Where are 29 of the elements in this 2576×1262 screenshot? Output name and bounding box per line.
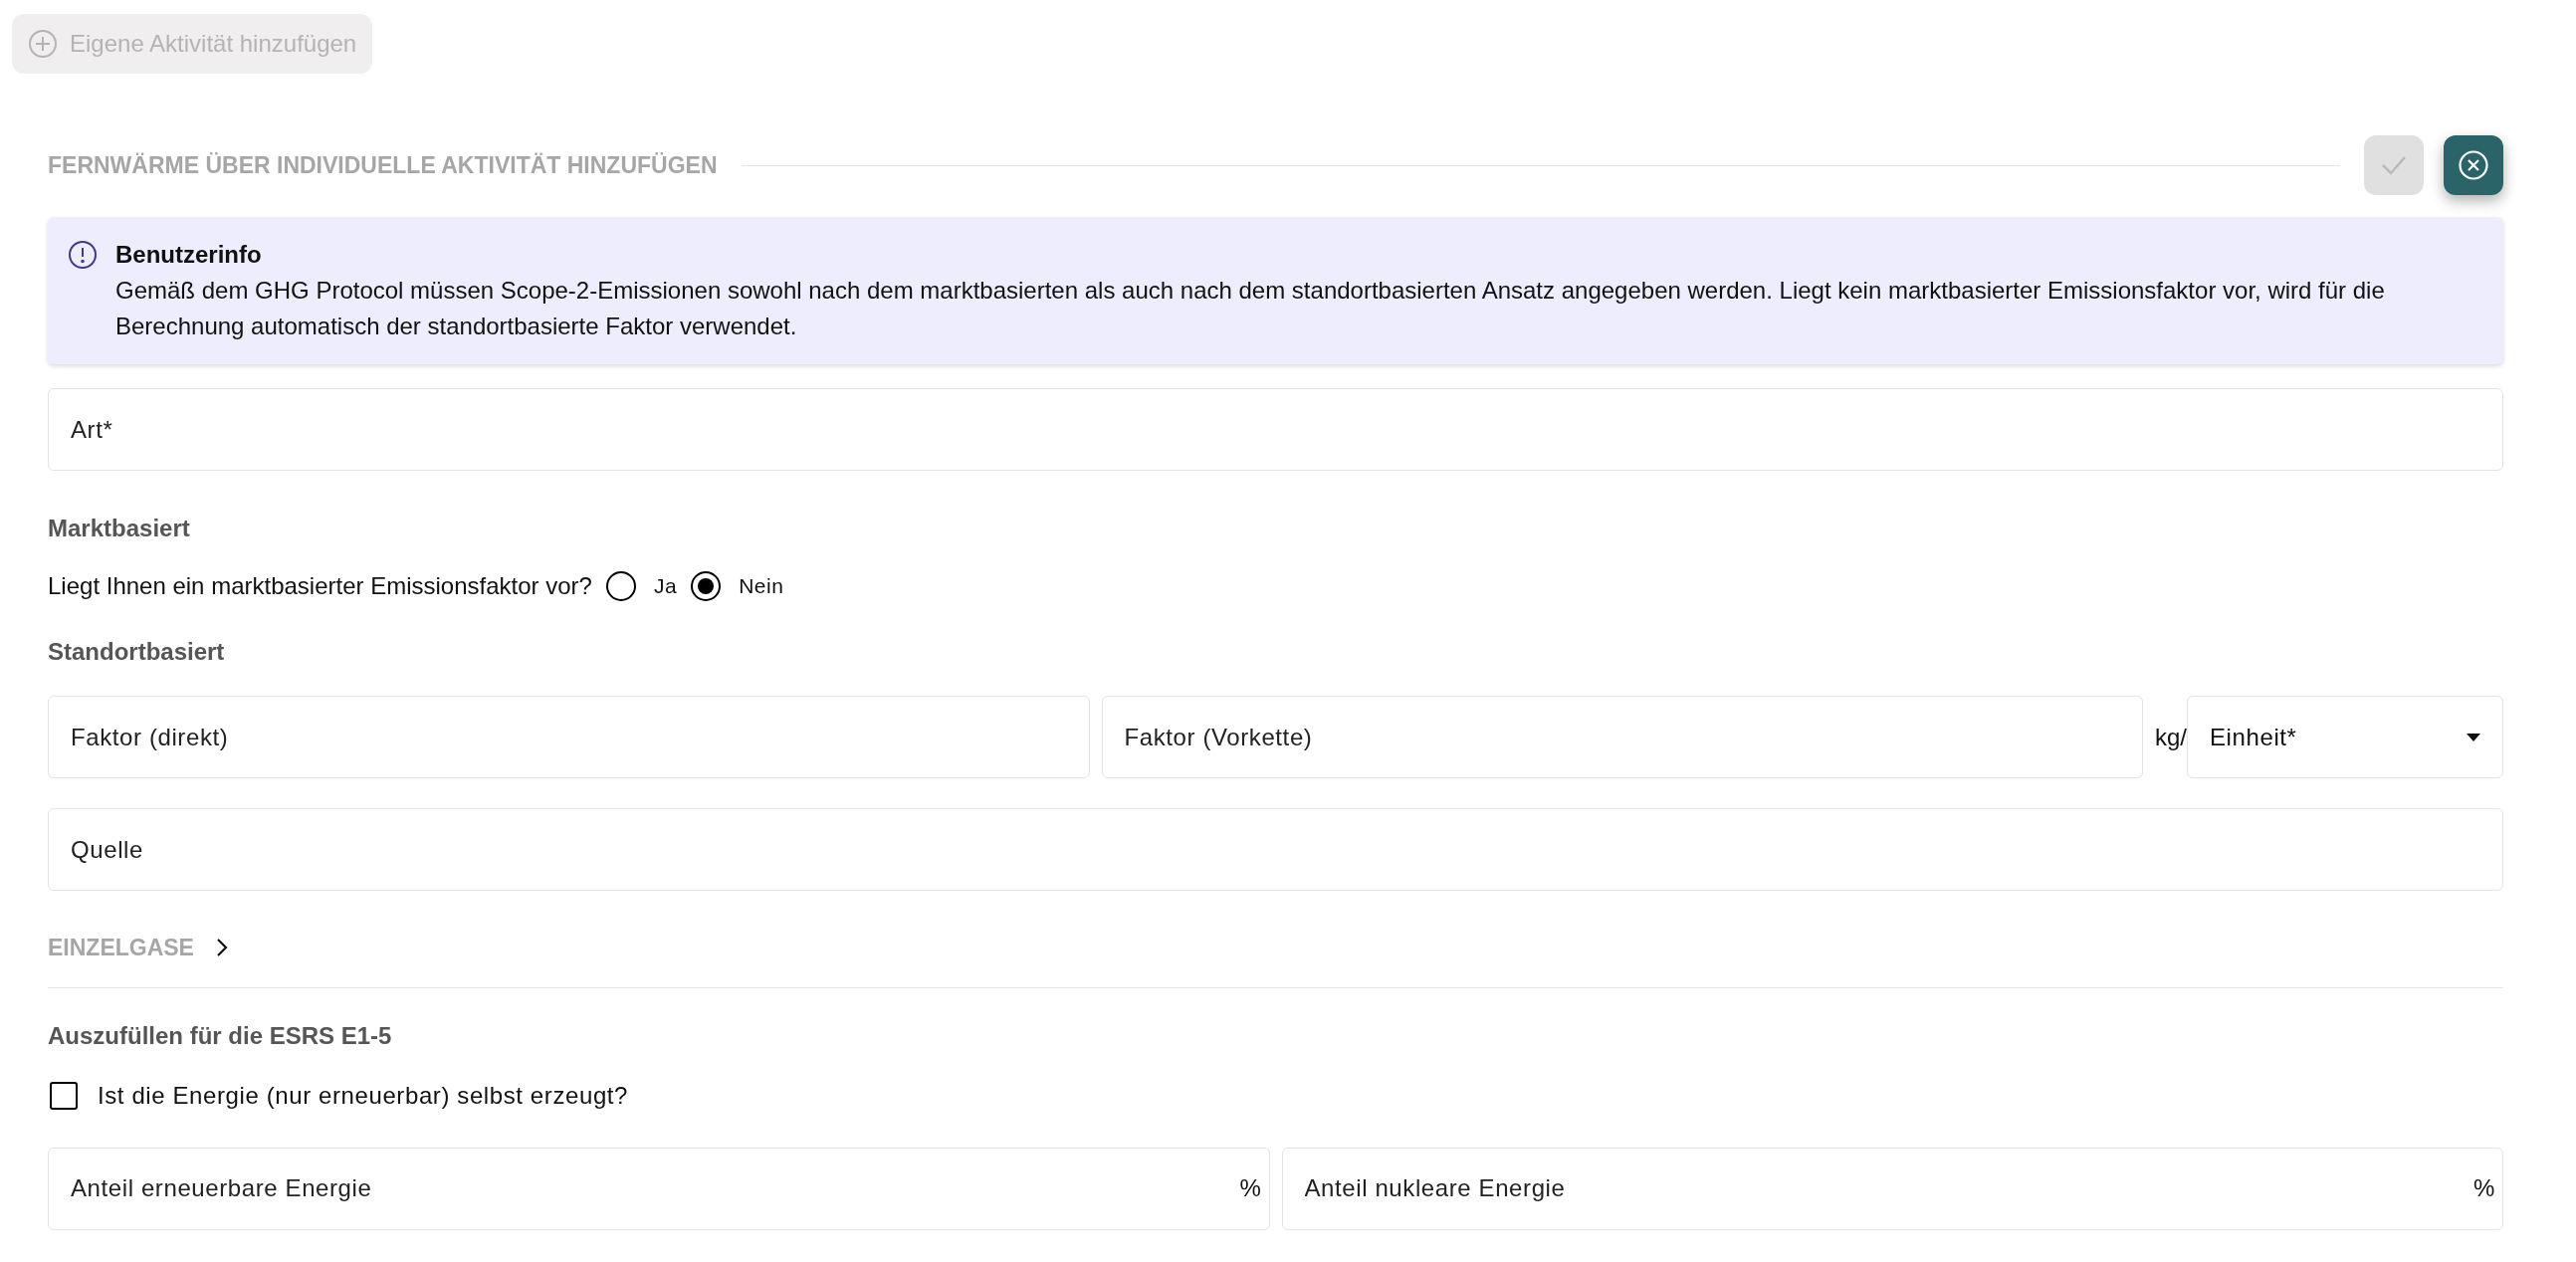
factor-chain-field[interactable]: Faktor (Vorkette)	[1101, 696, 2143, 778]
section-heading: Marktbasiert	[48, 514, 191, 543]
checkbox[interactable]	[50, 1081, 78, 1110]
chevron-icon	[215, 938, 228, 958]
checkmark-icon	[2381, 155, 2407, 175]
section-title: FERNWÄRME ÜBER INDIVIDUELLE AKTIVITÄT HINZUFÜGEN	[48, 150, 718, 180]
radio-button[interactable]	[605, 571, 636, 601]
section-heading: Standortbasiert	[48, 637, 226, 667]
checkbox-label: Ist die Energie (nur erneuerbar) selbst erzeugt?	[98, 1080, 629, 1111]
question-text: Liegt Ihnen ein marktbasierter Emissionsfaktor vor?	[48, 571, 592, 601]
info-icon	[68, 240, 98, 270]
info-title: Benutzerinfo	[115, 240, 263, 270]
factor-direct-field[interactable]: Faktor (direkt)	[48, 696, 1090, 778]
info-text: Gemäß dem GHG Protocol müssen Scope-2-Emissionen sowohl nach dem marktbasierten als auch nach dem standortbasierten Ansatz angegeben werden. Liegt kein marktbasierter Emissionsfaktor vor, wird für die Berechnung automatisch der standortbasierte Faktor verwendet.	[115, 276, 2386, 341]
unit-prefix: kg/	[2155, 722, 2187, 752]
radio-button[interactable]	[691, 571, 722, 601]
percent-unit: %	[1239, 1173, 1262, 1203]
radio-label: Nein	[739, 573, 784, 600]
percent-unit: %	[2473, 1173, 2496, 1203]
dropdown-caret-icon	[2467, 733, 2480, 741]
source-field[interactable]: Quelle	[48, 808, 2503, 891]
close-button[interactable]	[2444, 135, 2503, 195]
close-icon	[2458, 149, 2489, 181]
plus-circle-icon	[28, 29, 58, 59]
radio-label: Ja	[653, 573, 678, 600]
einzelgase-toggle[interactable]: EINZELGASE	[48, 931, 228, 965]
section-heading: Auszufüllen für die ESRS E1-5	[48, 1020, 393, 1051]
unit-select[interactable]: Einheit*	[2187, 696, 2503, 778]
type-field[interactable]: Art*	[48, 388, 2503, 471]
